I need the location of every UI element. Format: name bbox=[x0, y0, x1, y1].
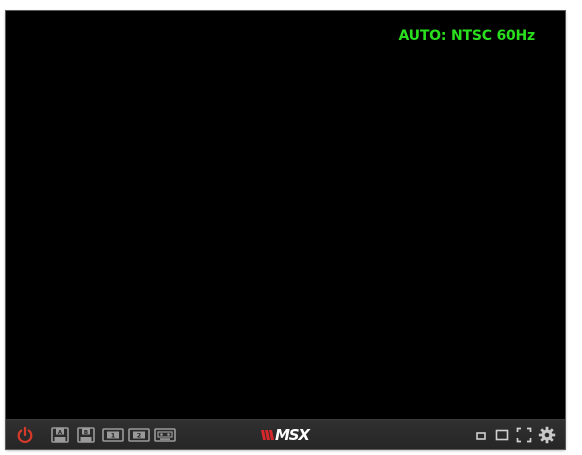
logo-text: MSX bbox=[275, 426, 310, 444]
wmsx-logo: MSX bbox=[261, 426, 310, 444]
settings-button[interactable] bbox=[536, 420, 558, 449]
cartridge-slot-2-icon: 2 bbox=[128, 427, 150, 442]
emulator-window: AUTO: NTSC 60Hz A B 1 2 MSX bbox=[6, 11, 565, 449]
fullscreen-icon bbox=[516, 427, 532, 442]
power-button[interactable] bbox=[12, 420, 38, 449]
power-icon bbox=[17, 426, 33, 443]
small-window-icon bbox=[476, 431, 486, 440]
floppy-drive-b-icon: B bbox=[77, 426, 95, 443]
drive-b-label: B bbox=[84, 429, 88, 435]
floppy-drive-a-icon: A bbox=[51, 426, 69, 443]
wmsx-w-mark bbox=[261, 430, 274, 440]
cassette-tape-icon bbox=[154, 427, 176, 442]
settings-gear-icon bbox=[538, 426, 556, 443]
control-bar: A B 1 2 MSX bbox=[6, 419, 565, 449]
cartridge-1-button[interactable]: 1 bbox=[101, 420, 125, 449]
medium-window-icon bbox=[495, 429, 509, 440]
fullscreen-button[interactable] bbox=[514, 420, 534, 449]
drive-a-button[interactable]: A bbox=[50, 420, 70, 449]
scale-up-button[interactable] bbox=[492, 420, 512, 449]
emulator-screen[interactable]: AUTO: NTSC 60Hz bbox=[6, 11, 565, 419]
cassette-button[interactable] bbox=[153, 420, 177, 449]
scale-down-button[interactable] bbox=[472, 420, 490, 449]
cartridge-2-button[interactable]: 2 bbox=[127, 420, 151, 449]
video-mode-osd: AUTO: NTSC 60Hz bbox=[398, 28, 535, 44]
cartridge-2-label: 2 bbox=[137, 431, 142, 439]
cartridge-1-label: 1 bbox=[111, 431, 116, 439]
drive-a-label: A bbox=[58, 429, 63, 435]
drive-b-button[interactable]: B bbox=[76, 420, 96, 449]
cartridge-slot-1-icon: 1 bbox=[102, 427, 124, 442]
